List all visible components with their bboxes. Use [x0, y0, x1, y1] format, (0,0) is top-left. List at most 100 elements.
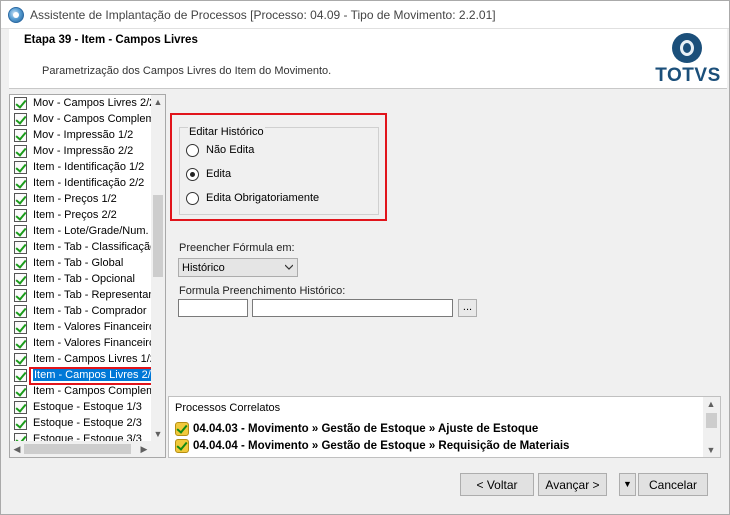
checkbox-checked-icon	[14, 240, 27, 254]
step-item[interactable]: Item - Lote/Grade/Num. Série	[10, 223, 152, 239]
next-button[interactable]: Avançar >	[538, 473, 607, 496]
scroll-up-icon[interactable]: ▲	[704, 397, 718, 411]
fill-formula-label: Preencher Fórmula em:	[179, 242, 295, 254]
fill-formula-select[interactable]: Histórico	[178, 258, 298, 277]
steps-list: Mov - Campos Livres 2/2 Mov - Campos Comp…	[10, 95, 152, 441]
step-label: Item - Tab - Opcional	[33, 273, 135, 285]
related-process-item[interactable]: 04.04.03 - Movimento » Gestão de Estoque…	[175, 421, 538, 437]
checkbox-checked-icon	[14, 368, 27, 382]
checkbox-checked-icon	[14, 336, 27, 350]
step-label: Item - Valores Financeiros 1/2	[33, 321, 152, 333]
dropdown-button[interactable]: ▼	[619, 473, 636, 496]
radio-edita[interactable]: Edita	[186, 166, 231, 182]
step-label: Item - Campos Livres 1/2	[33, 353, 152, 365]
step-item[interactable]: Item - Tab - Opcional	[10, 271, 152, 287]
checkbox-checked-icon	[14, 96, 27, 110]
checkbox-checked-icon	[14, 288, 27, 302]
checkbox-checked-icon	[14, 384, 27, 398]
step-item[interactable]: Item - Tab - Comprador	[10, 303, 152, 319]
step-item[interactable]: Mov - Impressão 1/2	[10, 127, 152, 143]
wizard-window: Assistente de Implantação de Processos […	[0, 0, 730, 515]
checkbox-checked-icon	[14, 160, 27, 174]
logo-text: TOTVS	[655, 65, 721, 86]
checkbox-checked-icon	[14, 192, 27, 206]
checkbox-checked-icon	[14, 352, 27, 366]
step-item[interactable]: Estoque - Estoque 2/3	[10, 415, 152, 431]
scroll-thumb[interactable]	[706, 413, 717, 428]
step-item[interactable]: Mov - Campos Complementares	[10, 111, 152, 127]
formula-code-input[interactable]	[178, 299, 248, 317]
related-processes-title: Processos Correlatos	[175, 402, 281, 414]
checkbox-checked-icon	[14, 224, 27, 238]
checkbox-checked-icon	[14, 304, 27, 318]
step-label: Mov - Campos Livres 2/2	[33, 97, 152, 109]
related-process-label[interactable]: 04.04.04 - Movimento » Gestão de Estoque…	[193, 440, 569, 452]
cancel-button[interactable]: Cancelar	[638, 473, 708, 496]
step-item[interactable]: Item - Identificação 2/2	[10, 175, 152, 191]
radio-label: Edita Obrigatoriamente	[206, 192, 320, 204]
window-title: Assistente de Implantação de Processos […	[30, 7, 496, 22]
step-label: Estoque - Estoque 3/3	[33, 433, 142, 441]
process-check-icon	[175, 439, 189, 453]
related-process-item[interactable]: 04.04.04 - Movimento » Gestão de Estoque…	[175, 438, 569, 454]
checkbox-checked-icon	[14, 400, 27, 414]
step-item[interactable]: Mov - Campos Livres 2/2	[10, 95, 152, 111]
step-item[interactable]: Item - Valores Financeiros 2/2	[10, 335, 152, 351]
step-item[interactable]: Item - Preços 2/2	[10, 207, 152, 223]
step-item[interactable]: Estoque - Estoque 1/3	[10, 399, 152, 415]
step-item[interactable]: Item - Campos Complementares	[10, 383, 152, 399]
scroll-down-icon[interactable]: ▼	[151, 427, 165, 441]
scroll-thumb[interactable]	[24, 444, 131, 454]
edit-history-group: Editar Histórico Não Edita Edita Edita O…	[179, 126, 379, 215]
radio-button-checked[interactable]	[186, 167, 199, 181]
radio-label: Não Edita	[206, 144, 255, 156]
checkbox-checked-icon	[14, 128, 27, 142]
radio-edita-obrigatoriamente[interactable]: Edita Obrigatoriamente	[186, 190, 319, 206]
step-item[interactable]: Item - Valores Financeiros 1/2	[10, 319, 152, 335]
formula-description-input[interactable]	[252, 299, 453, 317]
radio-button[interactable]	[186, 143, 199, 157]
back-button[interactable]: < Voltar	[460, 473, 534, 496]
step-label: Item - Preços 2/2	[33, 209, 117, 221]
step-label: Item - Tab - Classificação	[33, 241, 152, 253]
step-item[interactable]: Item - Campos Livres 1/2	[10, 351, 152, 367]
step-item[interactable]: Mov - Impressão 2/2	[10, 143, 152, 159]
step-label: Item - Tab - Representante	[33, 289, 152, 301]
checkbox-checked-icon	[14, 432, 27, 441]
steps-vertical-scrollbar[interactable]: ▲ ▼	[151, 95, 165, 441]
scroll-up-icon[interactable]: ▲	[151, 95, 165, 109]
title-bar: Assistente de Implantação de Processos […	[1, 1, 729, 29]
radio-nao-edita[interactable]: Não Edita	[186, 142, 254, 158]
process-check-icon	[175, 422, 189, 436]
step-title: Etapa 39 - Item - Campos Livres	[24, 34, 198, 46]
checkbox-checked-icon	[14, 256, 27, 270]
edit-history-legend: Editar Histórico	[188, 126, 265, 138]
radio-button[interactable]	[186, 191, 199, 205]
scroll-down-icon[interactable]: ▼	[704, 443, 718, 457]
step-label: Item - Campos Livres 2/2	[33, 369, 152, 381]
step-item[interactable]: Item - Identificação 1/2	[10, 159, 152, 175]
step-item[interactable]: Item - Campos Livres 2/2	[10, 367, 152, 383]
checkbox-checked-icon	[14, 416, 27, 430]
checkbox-checked-icon	[14, 208, 27, 222]
step-label: Item - Campos Complementares	[33, 385, 152, 397]
related-vertical-scrollbar[interactable]: ▲ ▼	[703, 397, 720, 457]
step-item[interactable]: Item - Tab - Representante	[10, 287, 152, 303]
step-label: Mov - Impressão 1/2	[33, 129, 134, 141]
step-item[interactable]: Estoque - Estoque 3/3	[10, 431, 152, 441]
formula-history-label: Formula Preenchimento Histórico:	[179, 285, 346, 297]
step-item[interactable]: Item - Tab - Classificação	[10, 239, 152, 255]
step-label: Mov - Impressão 2/2	[33, 145, 134, 157]
step-label: Item - Tab - Comprador	[33, 305, 147, 317]
step-item[interactable]: Item - Preços 1/2	[10, 191, 152, 207]
formula-browse-button[interactable]: ...	[458, 299, 477, 317]
checkbox-checked-icon	[14, 320, 27, 334]
scroll-left-icon[interactable]: ◀	[10, 442, 24, 456]
scroll-thumb[interactable]	[153, 195, 163, 277]
checkbox-checked-icon	[14, 272, 27, 286]
scroll-right-icon[interactable]: ▶	[137, 442, 151, 456]
related-process-label[interactable]: 04.04.03 - Movimento » Gestão de Estoque…	[193, 423, 538, 435]
step-label: Item - Identificação 1/2	[33, 161, 145, 173]
steps-horizontal-scrollbar[interactable]: ◀ ▶	[10, 441, 165, 457]
step-item[interactable]: Item - Tab - Global	[10, 255, 152, 271]
